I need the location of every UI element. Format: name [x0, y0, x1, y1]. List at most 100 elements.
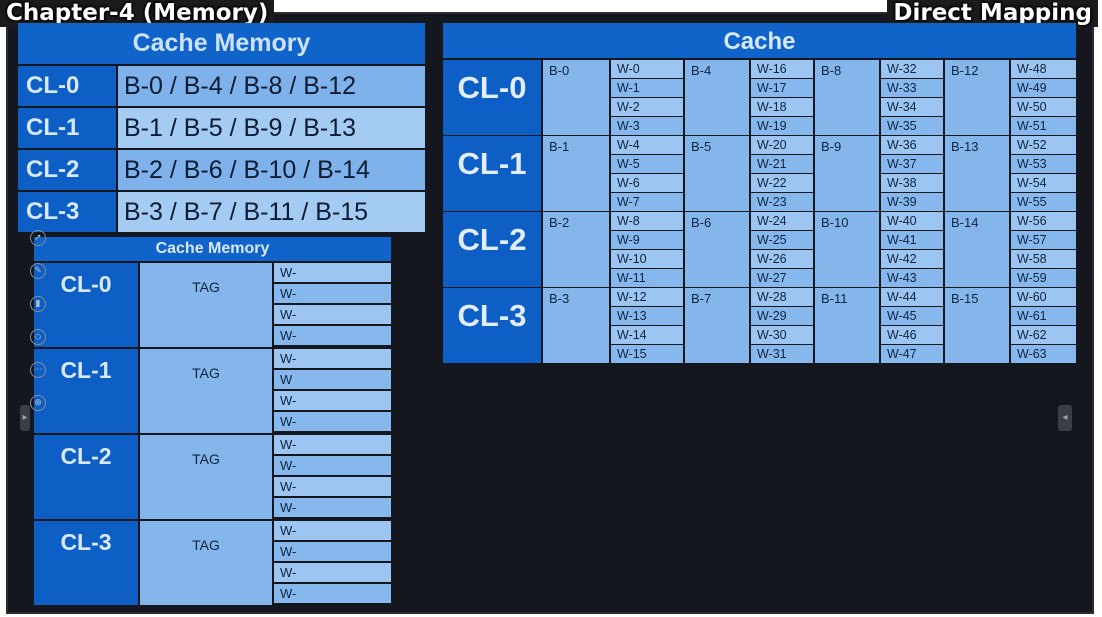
word-cell: W-29 — [751, 307, 813, 325]
cache-line-label: CL-2 — [443, 212, 541, 287]
word-cell: W-47 — [881, 345, 943, 363]
cache-grid-title: Cache — [443, 23, 1076, 58]
tag-cell: TAG — [140, 521, 272, 605]
block-cell: B-5 — [685, 136, 749, 211]
word-cell: W-16 — [751, 60, 813, 78]
word-cell: W-7 — [611, 193, 683, 211]
word-cell: W-11 — [611, 269, 683, 287]
word-cell: W-41 — [881, 231, 943, 249]
word-cell: W-27 — [751, 269, 813, 287]
mapping-row: CL-2 B-2 / B-6 / B-10 / B-14 — [18, 150, 425, 190]
word-cell: W-58 — [1011, 250, 1076, 268]
word-cell: W- — [274, 349, 391, 368]
cache-line-group: CL-3 B-3 W-12 W-13 W-14 W-15 B-7 W-28 W-29 W-30 W-… — [443, 288, 1076, 363]
more-icon[interactable]: ⋯ — [30, 362, 46, 378]
cache-memory-table: Cache Memory CL-0 TAG W- W- W- W- CL-1 T… — [34, 237, 391, 605]
cache-line-group: CL-2 B-2 W-8 W-9 W-10 W-11 B-6 W-24 W-25 W-26 W-27… — [443, 212, 1076, 287]
word-cell: W-40 — [881, 212, 943, 230]
word-cell: W-9 — [611, 231, 683, 249]
word-cell: W-24 — [751, 212, 813, 230]
word-cell: W-49 — [1011, 79, 1076, 97]
word-cell: W-34 — [881, 98, 943, 116]
word-cell: W-10 — [611, 250, 683, 268]
mapping-table-title: Cache Memory — [18, 23, 425, 64]
mapping-line-label: CL-2 — [18, 150, 116, 190]
word-cell: W-56 — [1011, 212, 1076, 230]
word-cell: W-38 — [881, 174, 943, 192]
word-cell: W-6 — [611, 174, 683, 192]
block-cell: B-1 — [543, 136, 609, 211]
word-cell: W-3 — [611, 117, 683, 135]
eraser-icon[interactable]: ◇ — [30, 329, 46, 345]
cache-line-label: CL-0 — [34, 263, 138, 347]
word-cell: W-20 — [751, 136, 813, 154]
tag-cell: TAG — [140, 349, 272, 433]
word-cell: W-23 — [751, 193, 813, 211]
highlighter-icon[interactable]: ▮ — [30, 296, 46, 312]
word-cell: W-46 — [881, 326, 943, 344]
word-cell: W-37 — [881, 155, 943, 173]
block-cell: B-2 — [543, 212, 609, 287]
word-cell: W-35 — [881, 117, 943, 135]
cache-line-group: CL-2 TAG W- W- W- W- — [34, 435, 391, 519]
word-cell: W-43 — [881, 269, 943, 287]
cache-line-group: CL-3 TAG W- W- W- W- — [34, 521, 391, 605]
word-cell: W-62 — [1011, 326, 1076, 344]
word-cell: W-21 — [751, 155, 813, 173]
word-cell: W-60 — [1011, 288, 1076, 306]
block-cell: B-8 — [815, 60, 879, 135]
word-cell: W- — [274, 326, 391, 345]
word-cell: W-26 — [751, 250, 813, 268]
word-cell: W-25 — [751, 231, 813, 249]
zoom-icon[interactable]: ⊕ — [30, 395, 46, 411]
word-cell: W- — [274, 435, 391, 454]
mapping-row: CL-1 B-1 / B-5 / B-9 / B-13 — [18, 108, 425, 148]
word-cell: W-57 — [1011, 231, 1076, 249]
word-cell: W-8 — [611, 212, 683, 230]
word-cell: W-28 — [751, 288, 813, 306]
word-cell: W-48 — [1011, 60, 1076, 78]
right-panel-toggle-icon[interactable]: ◂ — [1058, 405, 1072, 431]
block-cell: B-12 — [945, 60, 1009, 135]
word-cell: W-19 — [751, 117, 813, 135]
cache-line-label: CL-1 — [443, 136, 541, 211]
word-cell: W-32 — [881, 60, 943, 78]
word-cell: W-18 — [751, 98, 813, 116]
word-cell: W-13 — [611, 307, 683, 325]
word-cell: W-42 — [881, 250, 943, 268]
block-cell: B-0 — [543, 60, 609, 135]
mapping-blocks: B-0 / B-4 / B-8 / B-12 — [118, 66, 425, 106]
mapping-line-label: CL-3 — [18, 192, 116, 232]
block-cell: B-4 — [685, 60, 749, 135]
word-cell: W- — [274, 456, 391, 475]
block-cell: B-9 — [815, 136, 879, 211]
mapping-blocks: B-2 / B-6 / B-10 / B-14 — [118, 150, 425, 190]
word-cell: W-51 — [1011, 117, 1076, 135]
word-cell: W-45 — [881, 307, 943, 325]
word-cell: W-1 — [611, 79, 683, 97]
word-cell: W-53 — [1011, 155, 1076, 173]
cache-line-label: CL-3 — [443, 288, 541, 363]
word-cell: W- — [274, 263, 391, 282]
word-cell: W- — [274, 542, 391, 561]
pen-icon[interactable]: ✎ — [30, 263, 46, 279]
tag-cell: TAG — [140, 435, 272, 519]
block-cell: B-7 — [685, 288, 749, 363]
cache-line-group: CL-1 B-1 W-4 W-5 W-6 W-7 B-5 W-20 W-21 W-22 W-23 B-… — [443, 136, 1076, 211]
word-cell: W-54 — [1011, 174, 1076, 192]
word-cell: W — [274, 370, 391, 389]
cache-line-group: CL-1 TAG W- W W- W- — [34, 349, 391, 433]
word-cell: W- — [274, 584, 391, 603]
block-cell: B-6 — [685, 212, 749, 287]
left-panel-toggle-icon[interactable]: ▸ — [20, 405, 30, 431]
word-cell: W-39 — [881, 193, 943, 211]
cache-grid: Cache CL-0 B-0 W-0 W-1 W-2 W-3 B-4 W-16 W-17 W-18… — [443, 23, 1076, 364]
word-cell: W- — [274, 284, 391, 303]
word-cell: W-17 — [751, 79, 813, 97]
cache-line-label: CL-0 — [443, 60, 541, 135]
block-cell: B-15 — [945, 288, 1009, 363]
mapping-table: Cache Memory CL-0 B-0 / B-4 / B-8 / B-12… — [18, 23, 425, 232]
mapping-row: CL-0 B-0 / B-4 / B-8 / B-12 — [18, 66, 425, 106]
word-cell: W- — [274, 477, 391, 496]
cursor-icon[interactable]: ➚ — [30, 230, 46, 246]
